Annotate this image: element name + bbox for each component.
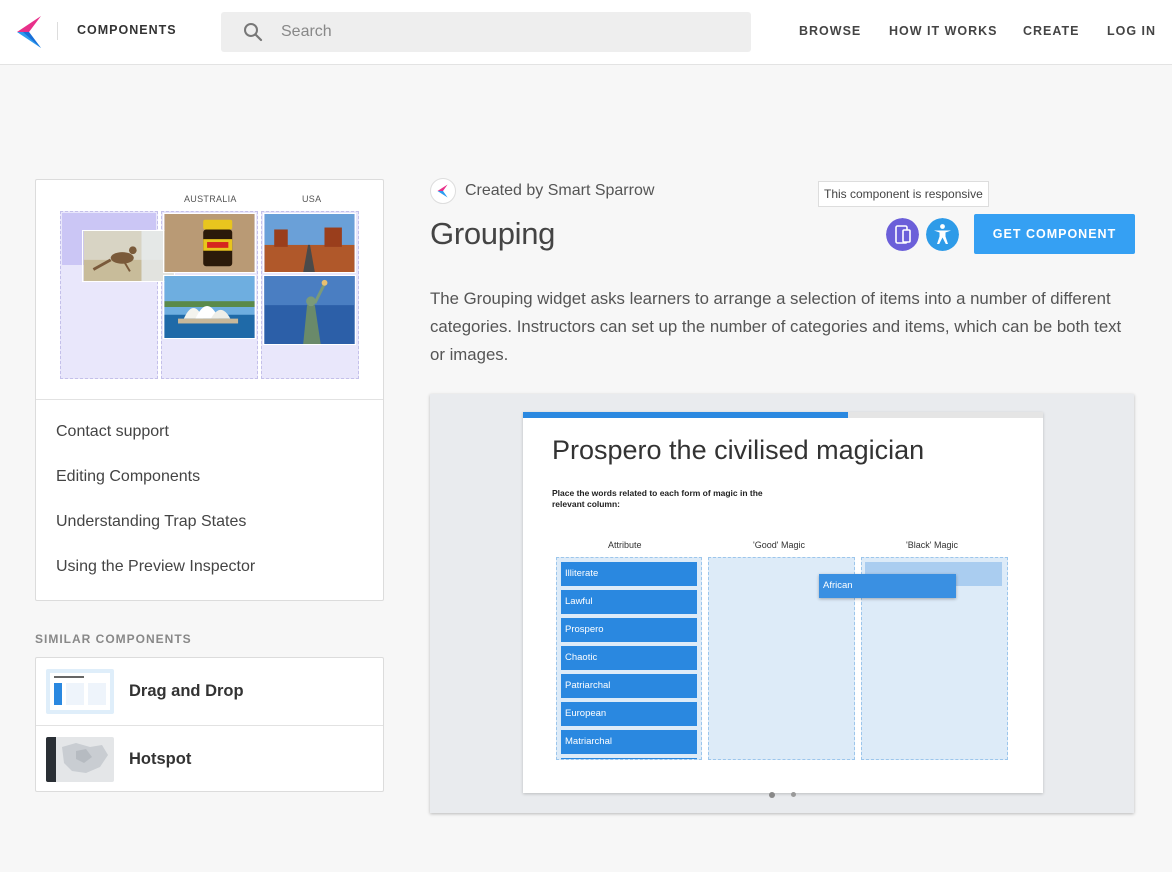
support-link-editing[interactable]: Editing Components (56, 468, 200, 486)
preview-page-dot[interactable] (791, 792, 796, 797)
nav-create[interactable]: CREATE (1023, 24, 1079, 38)
brand-link[interactable]: COMPONENTS (77, 23, 177, 37)
preview-item[interactable]: Lawful (561, 590, 697, 614)
kangaroo-photo (82, 230, 175, 282)
search-icon (244, 23, 263, 42)
nav-log-in[interactable]: LOG IN (1107, 24, 1156, 38)
preview-column-attribute[interactable]: Illiterate Lawful Prospero Chaotic Patri… (556, 557, 702, 760)
similar-item-drag-and-drop[interactable]: Drag and Drop (36, 658, 383, 725)
component-preview: Prospero the civilised magician Place th… (430, 394, 1134, 813)
nav-how-it-works[interactable]: HOW IT WORKS (889, 24, 998, 38)
similar-components-title: SIMILAR COMPONENTS (35, 632, 192, 646)
component-title: Grouping (430, 216, 556, 251)
preview-item[interactable]: Chaotic (561, 646, 697, 670)
preview-instruction: Place the words related to each form of … (552, 488, 763, 509)
get-component-button[interactable]: GET COMPONENT (974, 214, 1135, 254)
thumbnail-column-label: AUSTRALIA (184, 194, 237, 204)
support-link-trap-states[interactable]: Understanding Trap States (56, 513, 246, 531)
smart-sparrow-avatar-icon (430, 178, 456, 204)
preview-column-label: 'Good' Magic (753, 540, 805, 550)
preview-column-label: 'Black' Magic (906, 540, 958, 550)
search-input[interactable] (281, 12, 741, 52)
preview-progress-fill (523, 412, 848, 418)
support-link-preview-inspector[interactable]: Using the Preview Inspector (56, 558, 255, 576)
preview-slide-title: Prospero the civilised magician (552, 435, 925, 465)
opera-house-photo (163, 275, 256, 339)
logo-divider (57, 22, 58, 40)
similar-item-name: Drag and Drop (129, 682, 244, 700)
monument-valley-photo (263, 213, 356, 273)
search-bar[interactable] (221, 12, 751, 52)
preview-item[interactable]: Illiterate (561, 562, 697, 586)
responsive-badge-icon[interactable] (886, 218, 919, 251)
responsive-tooltip: This component is responsive (818, 181, 989, 207)
preview-item[interactable]: European (561, 702, 697, 726)
component-description: The Grouping widget asks learners to arr… (430, 289, 1122, 364)
similar-components-list: Drag and Drop Hotspot (35, 657, 384, 792)
vegemite-photo (163, 213, 256, 273)
preview-column-label: Attribute (608, 540, 642, 550)
top-header: COMPONENTS BROWSE HOW IT WORKS CREATE LO… (0, 0, 1172, 65)
creator-label: Created by Smart Sparrow (465, 182, 655, 199)
preview-page-dot-active[interactable] (769, 792, 775, 798)
preview-progress-track (523, 412, 1043, 418)
support-link-contact[interactable]: Contact support (56, 423, 169, 441)
similar-item-name: Hotspot (129, 750, 192, 768)
component-card: AUSTRALIA USA Contact support Editing Co… (35, 179, 384, 601)
smart-sparrow-logo-icon[interactable] (15, 14, 43, 50)
preview-dragging-item[interactable]: African (819, 574, 956, 598)
preview-item[interactable]: Patriarchal (561, 674, 697, 698)
drag-and-drop-thumbnail (46, 669, 114, 714)
preview-slide: Prospero the civilised magician Place th… (523, 412, 1043, 793)
thumbnail-column-label: USA (302, 194, 322, 204)
preview-item[interactable]: Matriarchal (561, 730, 697, 754)
nav-browse[interactable]: BROWSE (799, 24, 861, 38)
accessibility-badge-icon[interactable] (926, 218, 959, 251)
component-thumbnail: AUSTRALIA USA (36, 180, 383, 400)
hotspot-thumbnail (46, 737, 114, 782)
statue-of-liberty-photo (263, 275, 356, 345)
preview-item-overflow (561, 758, 697, 759)
similar-item-hotspot[interactable]: Hotspot (36, 725, 383, 792)
preview-item[interactable]: Prospero (561, 618, 697, 642)
